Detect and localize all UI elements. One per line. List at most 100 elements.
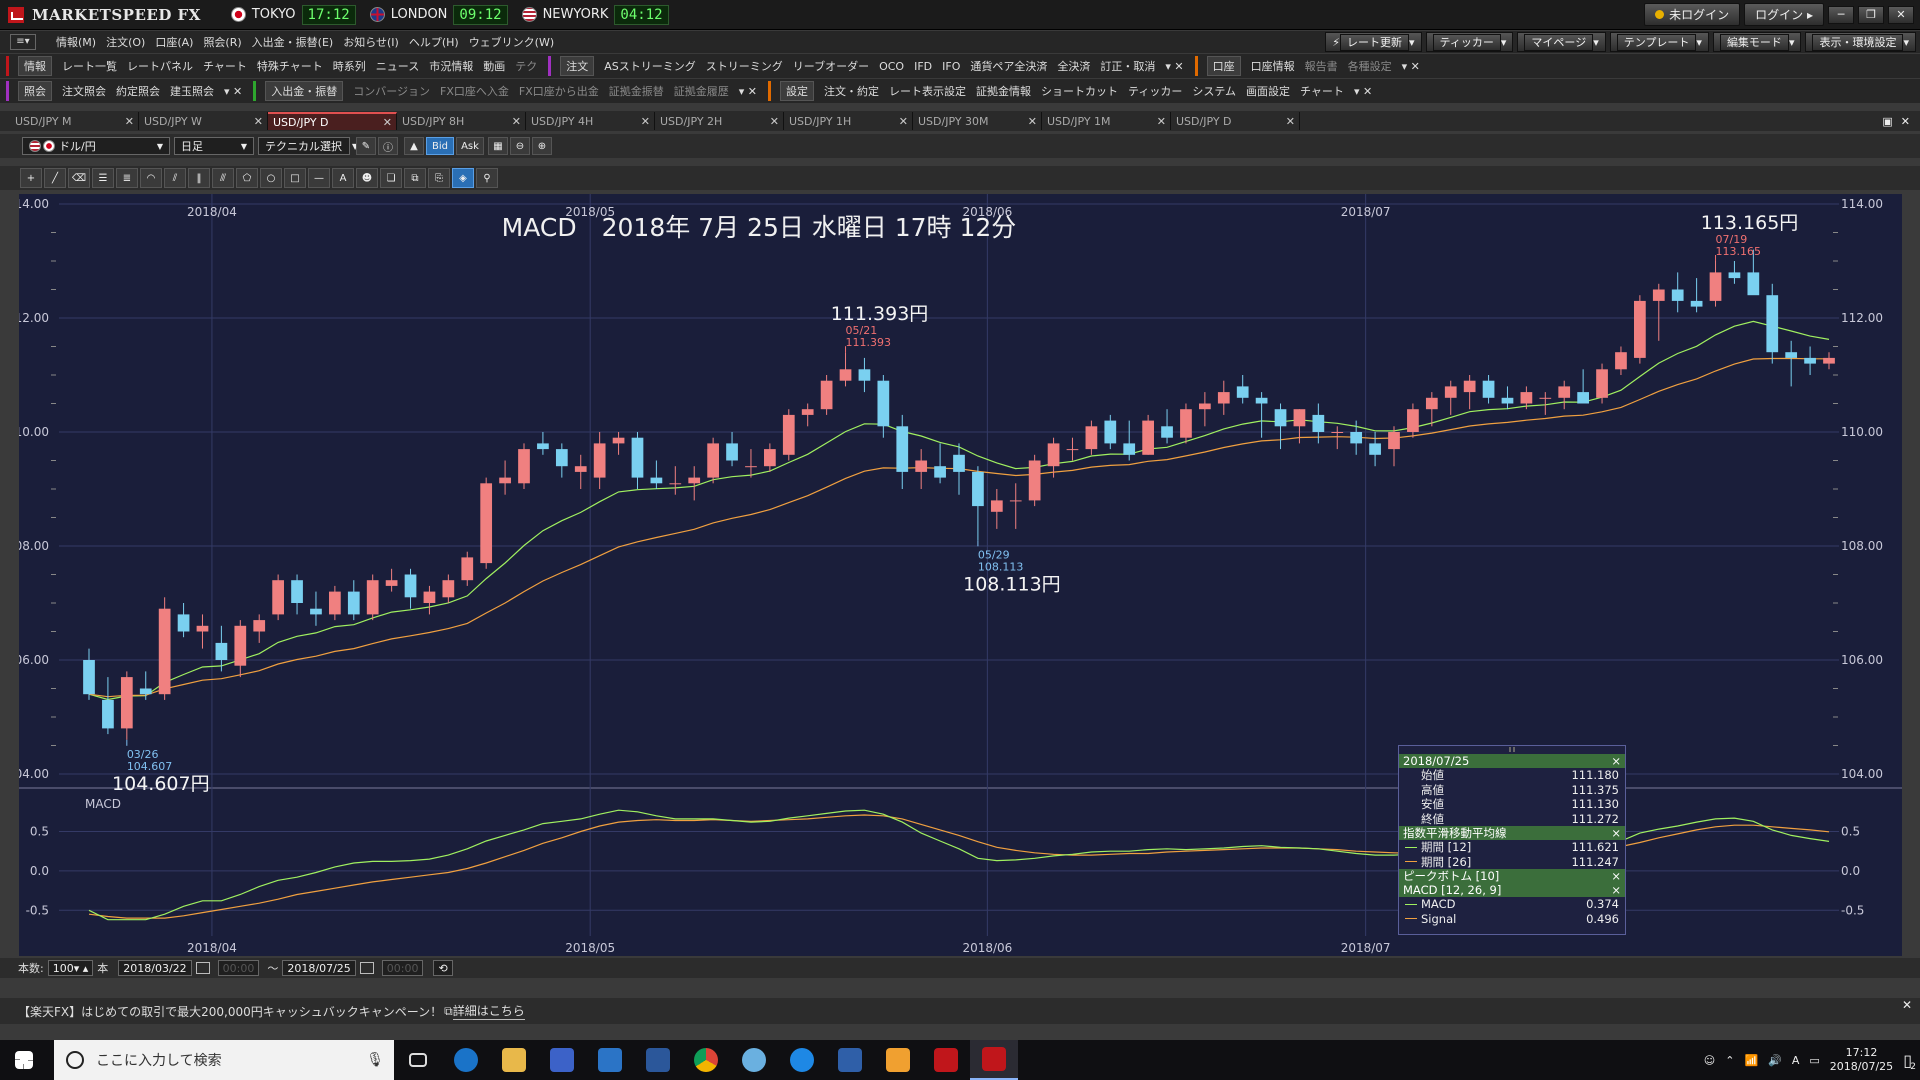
menu-inquiry[interactable]: 照会(R) [203,34,241,50]
chart-window-icon[interactable]: ▦ [488,137,508,155]
select-tool-icon[interactable]: ◈ [452,168,474,188]
ticker-button[interactable]: ティッカー ▾ [1425,32,1514,52]
circle-icon[interactable]: ○ [260,168,282,188]
quick-as-streaming[interactable]: ASストリーミング [604,58,696,74]
quick-order-inquiry[interactable]: 注文照会 [62,83,106,99]
tab-usd-jpy-w[interactable]: USD/JPY W ✕ [139,112,268,130]
tab-usd-jpy-1h[interactable]: USD/JPY 1H ✕ [784,112,913,130]
data-window[interactable]: 2018/07/25 × 始値 111.180 高値 111.375 安値 111.13… [1398,745,1626,935]
quick-shortcut[interactable]: ショートカット [1041,83,1118,99]
menu-order[interactable]: 注文(O) [106,34,145,50]
menu-account[interactable]: 口座(A) [155,34,193,50]
tab-usd-jpy-30m[interactable]: USD/JPY 30M ✕ [913,112,1042,130]
word-icon[interactable] [634,1040,682,1080]
quick-leave-order[interactable]: リーブオーダー [793,58,869,74]
tab-usd-jpy-d[interactable]: USD/JPY D ✕ [268,112,397,130]
rectangle-icon[interactable]: □ [284,168,306,188]
close-tab-icon[interactable]: ✕ [1157,115,1166,128]
close-tab-icon[interactable]: ✕ [770,115,779,128]
end-date-input[interactable]: 2018/07/25 [282,960,356,976]
refresh-icon[interactable]: ⟲ [433,960,453,976]
count-select[interactable]: 100 ▾ ▴ [47,960,94,976]
quick-conversion[interactable]: コンバージョン [353,83,430,99]
close-tab-icon[interactable]: ✕ [254,115,263,128]
menu-help[interactable]: ヘルプ(H) [409,34,459,50]
quick-report[interactable]: 報告書 [1305,58,1338,74]
calendar-icon[interactable] [195,962,210,974]
template-button[interactable]: テンプレート ▾ [1609,32,1709,52]
zoom-out-icon[interactable]: ⊖ [510,137,530,155]
tab-usd-jpy-1m[interactable]: USD/JPY 1M ✕ [1042,112,1171,130]
login-button[interactable]: ログイン ▸ [1744,3,1824,26]
tab-usd-jpy-m[interactable]: USD/JPY M ✕ [10,112,139,130]
quick-ticker[interactable]: ティッカー [1128,83,1182,99]
calendar-app-icon[interactable] [538,1040,586,1080]
fibonacci-icon[interactable]: ≣ [116,168,138,188]
quick-rate-display-settings[interactable]: レート表示設定 [889,83,966,99]
tab-usd-jpy-d[interactable]: USD/JPY D ✕ [1171,112,1300,130]
marketspeed-fx-icon[interactable] [970,1040,1018,1080]
close-tab-icon[interactable]: ✕ [383,116,392,129]
network-icon[interactable]: 📶 [1744,1054,1758,1067]
quick-amend-cancel[interactable]: 訂正・取消 [1100,58,1155,74]
quick-account-info[interactable]: 口座情報 [1251,58,1295,74]
technical-select[interactable]: テクニカル選択▼ [258,137,358,155]
people-icon[interactable]: ☺ [1704,1054,1715,1067]
currency-pair-select[interactable]: ドル/円 ▼ [22,137,170,155]
login-status-button[interactable]: 未ログイン [1644,3,1741,26]
ie-icon[interactable] [778,1040,826,1080]
tab-usd-jpy-2h[interactable]: USD/JPY 2H ✕ [655,112,784,130]
icon-tool-icon[interactable]: ☻ [356,168,378,188]
menu-info[interactable]: 情報(M) [56,34,96,50]
arc-icon[interactable]: ◠ [140,168,162,188]
fan-icon[interactable]: ⫽ [164,168,186,188]
ime-icon[interactable]: A [1792,1054,1800,1067]
quick-ifd[interactable]: IFD [914,60,932,73]
window-app-icon[interactable] [586,1040,634,1080]
notebook-icon[interactable]: ▭ [1809,1054,1819,1067]
quick-chart[interactable]: チャート [203,58,247,74]
quick-order-settings[interactable]: 注文・約定 [824,83,879,99]
quick-position-inquiry[interactable]: 建玉照会 [170,83,214,99]
drag-handle[interactable] [1509,747,1515,752]
quick-pair-settle[interactable]: 通貨ペア全決済 [970,58,1047,74]
end-time-input[interactable]: 00:00 [381,960,424,976]
maximize-icon[interactable]: ▣ [1882,115,1892,128]
quick-screen-settings[interactable]: 画面設定 [1246,83,1290,99]
quick-rate-panel[interactable]: レートパネル [127,58,193,74]
magnet-icon[interactable]: ⚲ [476,168,498,188]
layers-icon[interactable]: ❏ [380,168,402,188]
close-tab-icon[interactable]: ✕ [899,115,908,128]
info-icon[interactable]: ⓘ [378,137,398,155]
order-group-head[interactable]: 注文 [560,56,595,76]
close-promo-icon[interactable]: ✕ [1902,998,1912,1012]
quick-technical[interactable]: テク [515,58,537,74]
trendline-icon[interactable]: ╱ [44,168,66,188]
quick-deposit[interactable]: FX口座へ入金 [440,83,509,99]
zoom-in-icon[interactable]: ⊕ [532,137,552,155]
close-tab-icon[interactable]: ✕ [641,115,650,128]
close-icon[interactable]: × [1611,754,1621,768]
quick-special-chart[interactable]: 特殊チャート [257,58,323,74]
tab-usd-jpy-8h[interactable]: USD/JPY 8H ✕ [397,112,526,130]
rate-update-button[interactable]: ⚡ レート更新 ▾ [1325,32,1422,52]
promo-link[interactable]: 詳細はこちら [452,1002,525,1020]
close-icon[interactable]: × [1611,883,1621,897]
display-settings-button[interactable]: 表示・環境設定 ▾ [1805,32,1916,52]
quick-news[interactable]: ニュース [376,58,419,74]
quick-timeseries[interactable]: 時系列 [333,58,366,74]
pentagon-icon[interactable]: ⬠ [236,168,258,188]
area-chart-icon[interactable]: ▲ [404,137,424,155]
quick-withdraw[interactable]: FX口座から出金 [519,83,599,99]
quick-video[interactable]: 動画 [483,58,505,74]
mypage-button[interactable]: マイページ ▾ [1517,32,1606,52]
crosshair-icon[interactable]: + [20,168,42,188]
quick-all-settle[interactable]: 全決済 [1057,58,1090,74]
chrome-icon[interactable] [682,1040,730,1080]
period-select[interactable]: 日足 ▼ [174,137,254,155]
quick-oco[interactable]: OCO [879,60,904,73]
ask-toggle[interactable]: Ask [456,137,484,155]
quick-rate-list[interactable]: レート一覧 [62,58,117,74]
inquiry-group-head[interactable]: 照会 [18,81,52,101]
quick-market-info[interactable]: 市況情報 [429,58,473,74]
